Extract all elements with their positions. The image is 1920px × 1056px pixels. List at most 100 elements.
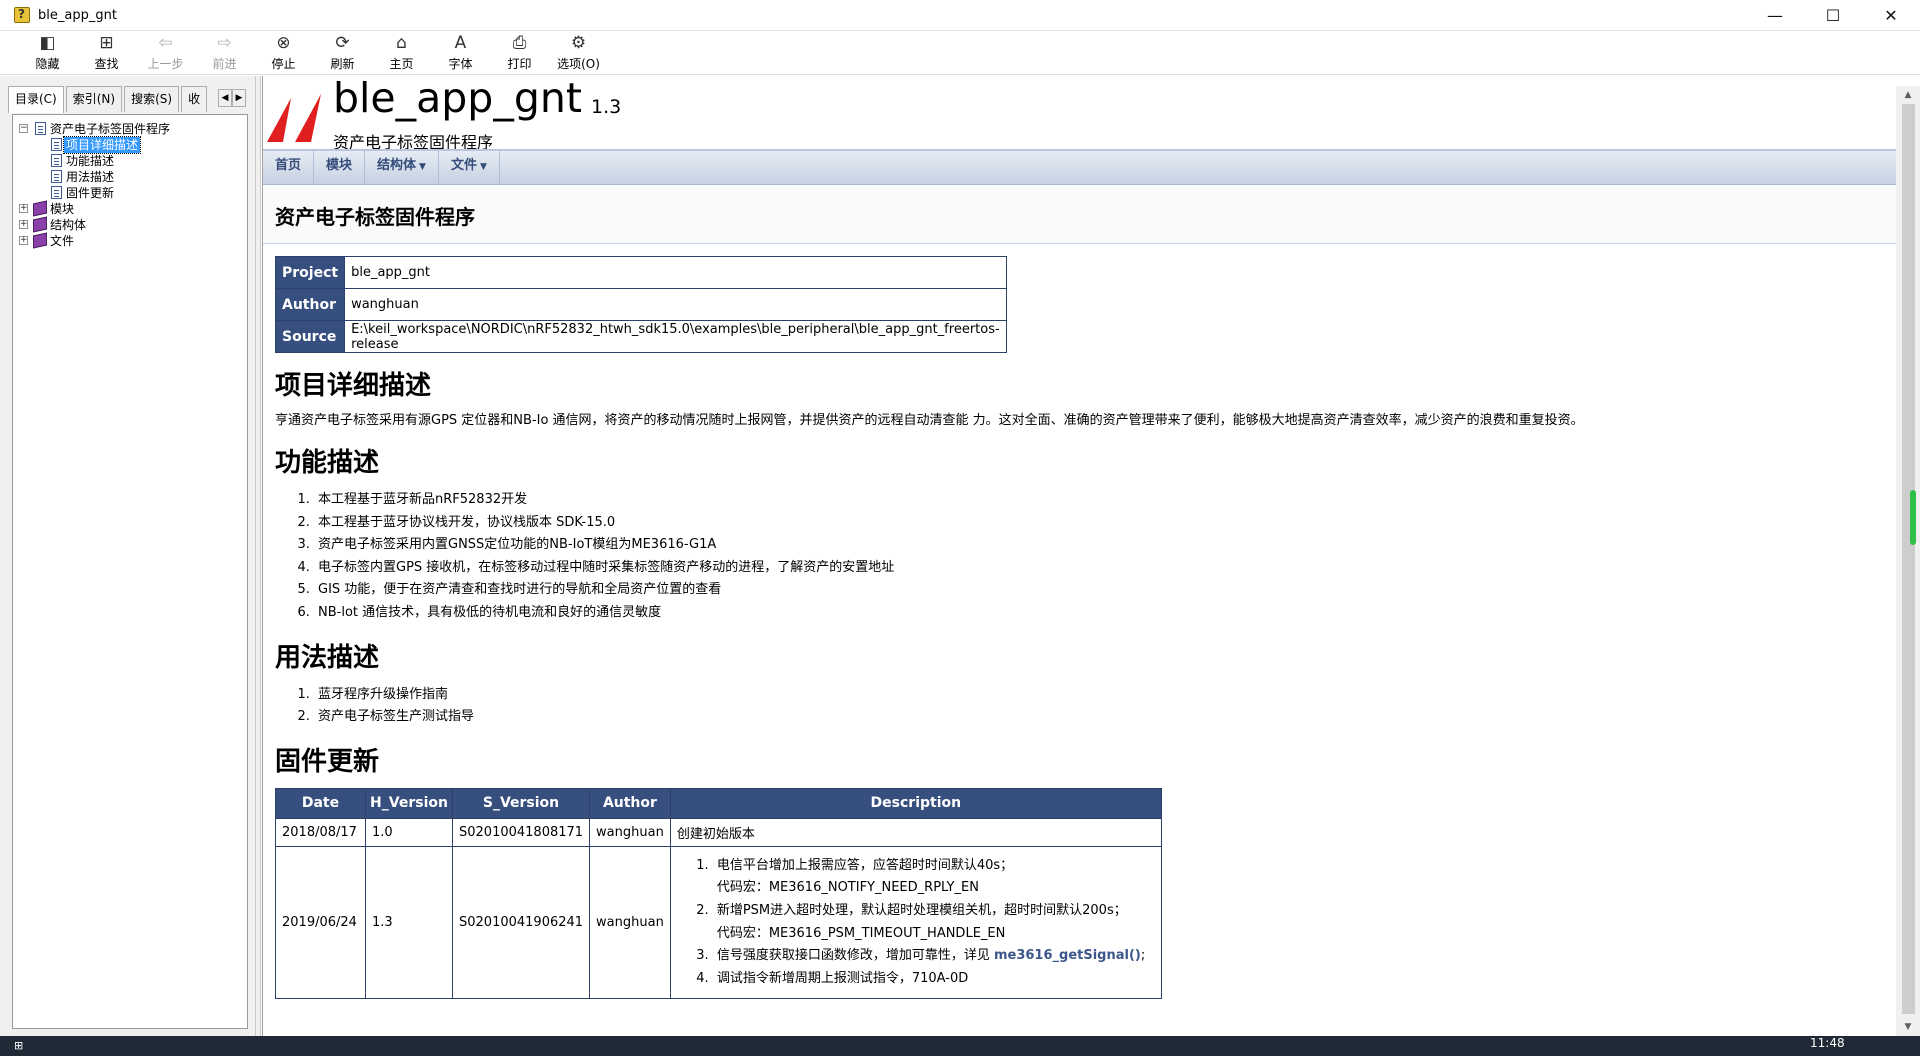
scroll-thumb[interactable]	[1902, 104, 1915, 1014]
help-app-icon	[14, 7, 30, 23]
cell-description: 创建初始版本	[669, 817, 1162, 847]
home-button[interactable]: ⌂ 主页	[372, 31, 431, 74]
list-item: 调试指令新增周期上报测试指令，710A-0D	[713, 968, 1155, 991]
list-item: 信号强度获取接口函数修改，增加可靠性，详见 me3616_getSignal()…	[713, 945, 1155, 968]
expand-icon[interactable]: +	[19, 236, 28, 245]
print-icon: ⎙	[512, 33, 527, 53]
page-icon	[35, 122, 46, 135]
forward-button[interactable]: ⇨ 前进	[195, 31, 254, 74]
stop-label: 停止	[271, 57, 296, 71]
tree-item-label: 项目详细描述	[62, 136, 142, 154]
home-label: 主页	[389, 57, 414, 71]
minimize-button[interactable]: —	[1746, 0, 1804, 30]
info-value: E:\keil_workspace\NORDIC\nRF52832_htwh_s…	[344, 320, 1007, 353]
book-icon	[33, 232, 47, 249]
table-row: 2018/08/17 1.0 S02010041808171 wanghuan …	[275, 817, 1162, 847]
print-button[interactable]: ⎙ 打印	[490, 31, 549, 74]
print-label: 打印	[507, 57, 532, 71]
nav-modules[interactable]: 模块	[314, 151, 366, 185]
info-key: Source	[274, 320, 346, 353]
refresh-label: 刷新	[330, 57, 355, 71]
nav-structs-label: 结构体	[377, 158, 417, 173]
dropdown-caret-icon: ▼	[419, 162, 426, 172]
tab-search[interactable]: 搜索(S)	[124, 86, 180, 112]
getsignal-link[interactable]: me3616_getSignal()	[994, 948, 1141, 963]
list-item: NB-lot 通信技术，具有极低的待机电流和良好的通信灵敏度	[314, 602, 1875, 625]
start-icon[interactable]: ⊞	[14, 1036, 23, 1056]
desc-line: 信号强度获取接口函数修改，增加可靠性，详见	[716, 948, 994, 964]
forward-arrow-icon: ⇨	[217, 33, 232, 53]
close-button[interactable]: ✕	[1862, 0, 1920, 30]
tree-item-firmware[interactable]: 固件更新	[13, 185, 247, 201]
project-name: ble_app_gnt	[333, 76, 582, 122]
cell-author: wanghuan	[589, 845, 671, 1000]
doc-header: ble_app_gnt 1.3 资产电子标签固件程序	[263, 76, 1896, 152]
tree-book-structs[interactable]: + 结构体	[13, 216, 247, 233]
window-title: ble_app_gnt	[38, 7, 117, 23]
maximize-button[interactable]: ☐	[1804, 0, 1862, 30]
detail-paragraph: 亨通资产电子标签采用有源GPS 定位器和NB-Io 通信网，将资产的移动情况随时…	[275, 413, 1584, 428]
list-item: 电信平台增加上报需应答，应答超时时间默认40s； 代码宏：ME3616_NOTIF…	[713, 855, 1155, 900]
desc-tail: ;	[1140, 948, 1146, 964]
project-logo	[267, 94, 321, 142]
hide-button[interactable]: ◧ 隐藏	[18, 31, 77, 74]
expand-icon[interactable]: +	[19, 204, 28, 213]
usage-list: 蓝牙程序升级操作指南 资产电子标签生产测试指导	[314, 684, 1875, 729]
vertical-scrollbar[interactable]: ▲ ▼	[1896, 86, 1920, 1036]
nav-structs[interactable]: 结构体 ▼	[365, 151, 439, 185]
locate-icon: ⊞	[99, 33, 114, 53]
font-icon: A	[454, 33, 467, 53]
cell-hver: 1.3	[365, 845, 453, 1000]
locate-button[interactable]: ⊞ 查找	[77, 31, 136, 74]
tab-scroll-left-icon[interactable]: ◀	[218, 89, 232, 107]
desc-line: 电信平台增加上报需应答，应答超时时间默认40s；	[716, 857, 1014, 873]
tree-book-modules[interactable]: + 模块	[13, 200, 247, 217]
stop-button[interactable]: ⊗ 停止	[254, 31, 313, 74]
book-icon	[33, 200, 47, 217]
list-item: 资产电子标签生产测试指导	[314, 706, 1875, 729]
table-row: 2019/06/24 1.3 S02010041906241 wanghuan …	[275, 845, 1162, 1000]
tree-book-files[interactable]: + 文件	[13, 232, 247, 249]
tree-item-function[interactable]: 功能描述	[13, 153, 247, 169]
scroll-up-icon[interactable]: ▲	[1896, 86, 1920, 104]
table-row: Source E:\keil_workspace\NORDIC\nRF52832…	[274, 320, 1007, 353]
tree-root[interactable]: − 资产电子标签固件程序	[13, 121, 247, 137]
column-header: S_Version	[451, 787, 591, 819]
collapse-icon[interactable]: −	[19, 124, 28, 133]
expand-icon[interactable]: +	[19, 220, 28, 229]
back-button[interactable]: ⇦ 上一步	[136, 31, 195, 74]
nav-home[interactable]: 首页	[263, 151, 315, 185]
refresh-button[interactable]: ⟳ 刷新	[313, 31, 372, 74]
page-icon	[51, 138, 62, 151]
pane-splitter[interactable]	[256, 76, 261, 1036]
page-header: 资产电子标签固件程序	[263, 185, 1896, 244]
list-item: 资产电子标签采用内置GNSS定位功能的NB-IoT模组为ME3616-G1A	[314, 534, 1875, 557]
column-header: Description	[669, 787, 1162, 819]
tab-contents[interactable]: 目录(C)	[8, 86, 64, 113]
tree-item-usage[interactable]: 用法描述	[13, 169, 247, 185]
tree-book-label: 结构体	[50, 218, 87, 232]
list-item: 电子标签内置GPS 接收机，在标签移动过程中随时采集标签随资产移动的进程，了解资…	[314, 557, 1875, 580]
home-icon: ⌂	[396, 33, 407, 53]
tree-root-label: 资产电子标签固件程序	[50, 122, 171, 136]
side-indicator	[1910, 490, 1916, 545]
font-label: 字体	[448, 57, 473, 71]
back-arrow-icon: ⇦	[158, 33, 173, 53]
nav-files[interactable]: 文件 ▼	[439, 151, 500, 185]
font-button[interactable]: A 字体	[431, 31, 490, 74]
options-button[interactable]: ⚙ 选项(O)	[549, 31, 608, 74]
table-row: Project ble_app_gnt	[274, 256, 1007, 289]
forward-label: 前进	[212, 57, 237, 71]
tree-item-detail[interactable]: 项目详细描述	[13, 136, 247, 154]
desc-line: 新增PSM进入超时处理，默认超时处理模组关机，超时时间默认200s；	[716, 902, 1127, 918]
section-heading-usage: 用法描述	[275, 642, 380, 673]
taskbar-clock: 11:48	[1810, 1036, 1845, 1050]
page-icon	[51, 170, 62, 183]
scroll-down-icon[interactable]: ▼	[1896, 1018, 1920, 1036]
tab-favorites[interactable]: 收	[181, 86, 208, 112]
tab-index[interactable]: 索引(N)	[65, 86, 123, 112]
tab-scroll-right-icon[interactable]: ▶	[232, 89, 246, 107]
tree-item-label: 用法描述	[66, 170, 115, 184]
hide-label: 隐藏	[35, 57, 60, 71]
function-list: 本工程基于蓝牙新品nRF52832开发 本工程基于蓝牙协议栈开发，协议栈版本 S…	[314, 489, 1875, 625]
